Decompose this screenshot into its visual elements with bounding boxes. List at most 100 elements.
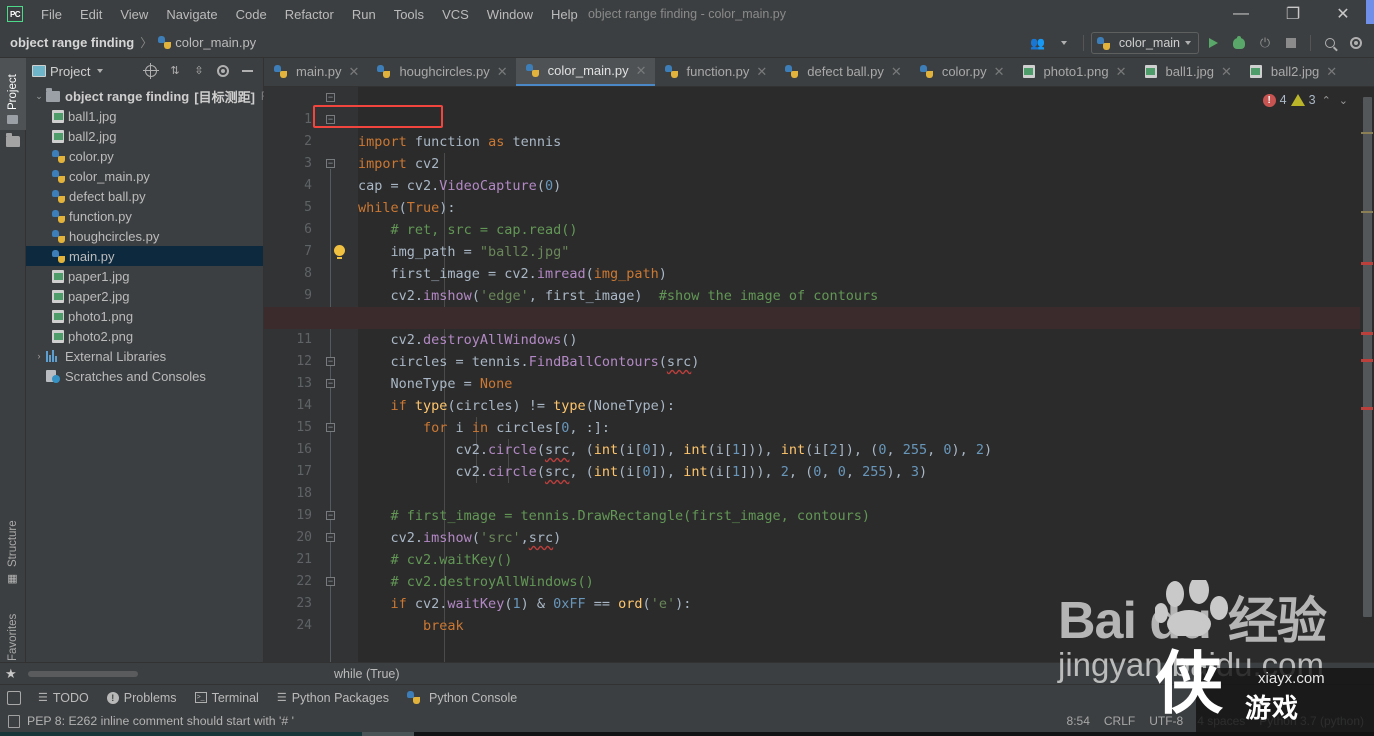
chevron-down-icon[interactable] (97, 69, 104, 73)
marker-warning[interactable] (1361, 211, 1373, 213)
caret-position[interactable]: 8:54 (1067, 714, 1090, 728)
python-interpreter[interactable]: Python 3.7 (python) (1259, 714, 1364, 728)
editor-tab-function-py[interactable]: function.py ✕ (655, 58, 776, 86)
expand-all-icon[interactable]: ⇅ (165, 61, 185, 81)
previous-problem-icon[interactable]: ⌃ (1320, 94, 1333, 107)
search-icon[interactable] (1318, 32, 1342, 54)
tree-item-color-py[interactable]: color.py (26, 146, 263, 166)
editor-tab-photo1-png[interactable]: photo1.png ✕ (1013, 58, 1135, 86)
tool-windows-icon[interactable] (7, 690, 21, 705)
tool-tab-python-console[interactable]: Python Console (398, 688, 526, 708)
tree-item-ball1-jpg[interactable]: ball1.jpg (26, 106, 263, 126)
chevron-down-icon[interactable]: ⌄ (32, 91, 46, 102)
tree-item-paper2-jpg[interactable]: paper2.jpg (26, 286, 263, 306)
menu-view[interactable]: View (111, 4, 157, 25)
tree-item-photo2-png[interactable]: photo2.png (26, 326, 263, 346)
sidebar-tab-structure[interactable]: ▦ Structure (0, 504, 26, 590)
breadcrumb-project[interactable]: object range finding (10, 35, 134, 50)
tree-item-project-root[interactable]: ⌄ object range finding [目标测距] F:\ (26, 86, 275, 106)
editor-tab-ball1-jpg[interactable]: ball1.jpg ✕ (1135, 58, 1240, 86)
menu-edit[interactable]: Edit (71, 4, 111, 25)
close-icon[interactable]: ✕ (636, 63, 647, 79)
tree-item-scratches-consoles[interactable]: Scratches and Consoles (26, 366, 263, 386)
menu-refactor[interactable]: Refactor (276, 4, 343, 25)
tree-item-houghcircles-py[interactable]: houghcircles.py (26, 226, 263, 246)
coverage-icon[interactable]: ⏻ (1253, 32, 1277, 54)
folder-icon[interactable] (6, 133, 20, 147)
close-icon[interactable]: ✕ (891, 64, 902, 80)
line-separator[interactable]: CRLF (1104, 714, 1135, 728)
menu-help[interactable]: Help (542, 4, 587, 25)
hide-panel-icon[interactable] (237, 61, 257, 81)
marker-error[interactable] (1361, 359, 1373, 362)
editor-tab-defect-ball-py[interactable]: defect ball.py ✕ (775, 58, 910, 86)
menu-navigate[interactable]: Navigate (157, 4, 226, 25)
close-icon[interactable]: ✕ (756, 64, 767, 80)
breadcrumb-file[interactable]: color_main.py (175, 35, 256, 50)
menu-vcs[interactable]: VCS (433, 4, 478, 25)
menu-tools[interactable]: Tools (385, 4, 433, 25)
python-file-icon (52, 209, 65, 223)
marker-error[interactable] (1361, 262, 1373, 265)
run-configuration-selector[interactable]: color_main (1090, 32, 1199, 54)
editor-tab-ball2-jpg[interactable]: ball2.jpg ✕ (1240, 58, 1345, 86)
settings-icon[interactable] (1344, 32, 1368, 54)
close-icon[interactable]: ✕ (1116, 64, 1127, 80)
tree-item-photo1-png[interactable]: photo1.png (26, 306, 263, 326)
tree-item-color-main-py[interactable]: color_main.py (26, 166, 263, 186)
maximize-button[interactable]: ❐ (1270, 0, 1316, 28)
chevron-right-icon[interactable]: › (32, 351, 46, 361)
indent-setting[interactable]: 4 spaces (1197, 714, 1245, 728)
close-icon[interactable]: ✕ (1326, 64, 1337, 80)
marker-error[interactable] (1361, 332, 1373, 335)
tool-tab-problems[interactable]: ! Problems (98, 688, 186, 708)
tree-item-paper1-jpg[interactable]: paper1.jpg (26, 266, 263, 286)
tool-tab-todo[interactable]: ☰ TODO (29, 688, 98, 708)
locate-icon[interactable] (141, 61, 161, 81)
tree-item-defect-ball-py[interactable]: defect ball.py (26, 186, 263, 206)
notifications-icon[interactable] (8, 714, 20, 728)
tree-item-main-py[interactable]: main.py (26, 246, 263, 266)
tree-item-external-libraries[interactable]: › External Libraries (26, 346, 263, 366)
run-icon[interactable] (1201, 32, 1225, 54)
menu-window[interactable]: Window (478, 4, 542, 25)
editor-context-breadcrumb[interactable]: while (True) (334, 667, 400, 681)
editor-tab-houghcircles-py[interactable]: houghcircles.py ✕ (367, 58, 515, 86)
code-line-3: 3 cap = cv2.VideoCapture(0) (264, 131, 1374, 194)
tree-item-function-py[interactable]: function.py (26, 206, 263, 226)
minimize-button[interactable]: — (1218, 0, 1264, 28)
people-icon[interactable]: 👥 (1026, 32, 1050, 54)
debug-icon[interactable] (1227, 32, 1251, 54)
close-button[interactable]: ✕ (1320, 0, 1366, 28)
stop-icon[interactable] (1279, 32, 1303, 54)
close-icon[interactable]: ✕ (994, 64, 1005, 80)
sidebar-tab-project[interactable]: Project (0, 58, 26, 130)
close-icon[interactable]: ✕ (349, 64, 360, 80)
editor-tab-color-py[interactable]: color.py ✕ (910, 58, 1013, 86)
tree-item-label: defect ball.py (69, 188, 146, 204)
next-problem-icon[interactable]: ⌄ (1337, 94, 1350, 107)
marker-warning[interactable] (1361, 132, 1373, 134)
file-encoding[interactable]: UTF-8 (1149, 714, 1183, 728)
collapse-all-icon[interactable]: ⇳ (189, 61, 209, 81)
people-dropdown-icon[interactable] (1052, 32, 1076, 54)
marker-error[interactable] (1361, 407, 1373, 410)
tool-tab-terminal[interactable]: >_ Terminal (186, 688, 268, 708)
app-logo-icon: PC (7, 6, 23, 22)
star-icon[interactable]: ★ (5, 666, 17, 682)
editor-tab-main-py[interactable]: main.py ✕ (264, 58, 367, 86)
tree-item-ball2-jpg[interactable]: ball2.jpg (26, 126, 263, 146)
menu-code[interactable]: Code (227, 4, 276, 25)
scrollbar-thumb[interactable] (1363, 97, 1372, 617)
tool-tab-python-packages[interactable]: ☰ Python Packages (268, 688, 398, 708)
editor-tab-color-main-py[interactable]: color_main.py ✕ (515, 58, 655, 86)
close-icon[interactable]: ✕ (497, 64, 508, 80)
code-editor[interactable]: − − − − − − − − − 1 import function as t… (264, 87, 1374, 670)
settings-icon[interactable] (213, 61, 233, 81)
horizontal-scrollbar[interactable] (28, 671, 138, 677)
editor-marker-scrollbar[interactable] (1360, 87, 1374, 670)
close-icon[interactable]: ✕ (1221, 64, 1232, 80)
menu-run[interactable]: Run (343, 4, 385, 25)
inspection-widget[interactable]: ! 4 3 ⌃ ⌄ (1262, 89, 1350, 111)
menu-file[interactable]: File (32, 4, 71, 25)
